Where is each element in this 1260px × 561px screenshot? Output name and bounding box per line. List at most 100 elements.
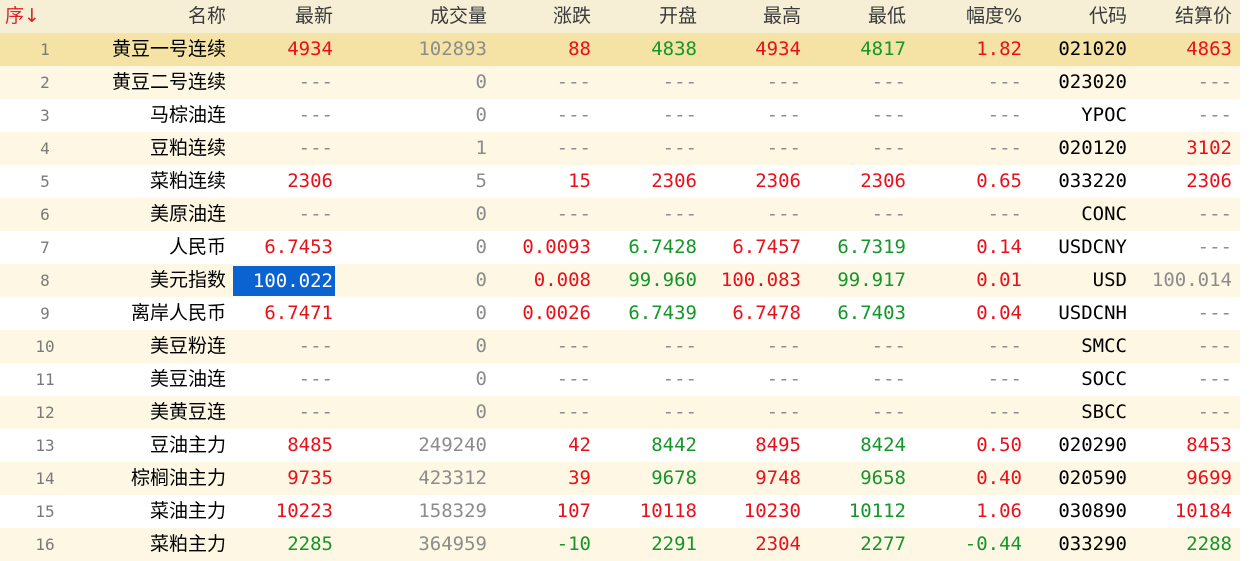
cell-open: 99.960 xyxy=(595,264,701,297)
cell-low: 2277 xyxy=(805,528,910,561)
cell-seq: 13 xyxy=(0,429,90,462)
cell-volume: 0 xyxy=(337,396,491,429)
cell-volume: 0 xyxy=(337,231,491,264)
table-row[interactable]: 14 棕榈油主力 9735 423312 39 9678 9748 9658 0… xyxy=(0,462,1240,495)
cell-settle: --- xyxy=(1131,231,1240,264)
cell-last: --- xyxy=(232,396,337,429)
cell-open: 6.7439 xyxy=(595,297,701,330)
table-row[interactable]: 10 美豆粉连 --- 0 --- --- --- --- --- SMCC -… xyxy=(0,330,1240,363)
cell-range-pct: -0.44 xyxy=(910,528,1026,561)
cell-last: 9735 xyxy=(232,462,337,495)
cell-name: 离岸人民币 xyxy=(90,297,232,330)
cell-change: 0.008 xyxy=(491,264,595,297)
cell-seq: 10 xyxy=(0,330,90,363)
cell-range-pct: 1.06 xyxy=(910,495,1026,528)
cell-low: 4817 xyxy=(805,33,910,66)
cell-range-pct: --- xyxy=(910,198,1026,231)
table-row[interactable]: 12 美黄豆连 --- 0 --- --- --- --- --- SBCC -… xyxy=(0,396,1240,429)
cell-seq: 3 xyxy=(0,99,90,132)
table-row[interactable]: 3 马棕油连 --- 0 --- --- --- --- --- YPOC --… xyxy=(0,99,1240,132)
cell-open: --- xyxy=(595,396,701,429)
col-header-last[interactable]: 最新 xyxy=(232,0,337,33)
cell-name: 美原油连 xyxy=(90,198,232,231)
cell-range-pct: 0.50 xyxy=(910,429,1026,462)
cell-code: USDCNY xyxy=(1026,231,1131,264)
cell-range-pct: --- xyxy=(910,330,1026,363)
cell-low: --- xyxy=(805,396,910,429)
cell-low: --- xyxy=(805,132,910,165)
col-header-range-pct[interactable]: 幅度% xyxy=(910,0,1026,33)
cell-range-pct: 0.01 xyxy=(910,264,1026,297)
cell-open: 6.7428 xyxy=(595,231,701,264)
cell-range-pct: 0.04 xyxy=(910,297,1026,330)
cell-seq: 4 xyxy=(0,132,90,165)
cell-settle: --- xyxy=(1131,66,1240,99)
cell-high: 9748 xyxy=(701,462,805,495)
col-header-code[interactable]: 代码 xyxy=(1026,0,1131,33)
cell-low: --- xyxy=(805,99,910,132)
cell-volume: 5 xyxy=(337,165,491,198)
cell-seq: 9 xyxy=(0,297,90,330)
cell-name: 美元指数 xyxy=(90,264,232,297)
cell-name: 马棕油连 xyxy=(90,99,232,132)
cell-code: 023020 xyxy=(1026,66,1131,99)
table-row[interactable]: 4 豆粕连续 --- 1 --- --- --- --- --- 020120 … xyxy=(0,132,1240,165)
cell-name: 美黄豆连 xyxy=(90,396,232,429)
header-row: 序↓ 名称 最新 成交量 涨跌 开盘 最高 最低 幅度% 代码 结算价 xyxy=(0,0,1240,33)
table-row[interactable]: 5 菜粕连续 2306 5 15 2306 2306 2306 0.65 033… xyxy=(0,165,1240,198)
col-header-seq-label: 序 xyxy=(5,5,25,27)
cell-low: --- xyxy=(805,66,910,99)
cell-volume: 0 xyxy=(337,66,491,99)
cell-volume: 0 xyxy=(337,297,491,330)
cell-settle: 3102 xyxy=(1131,132,1240,165)
col-header-change[interactable]: 涨跌 xyxy=(491,0,595,33)
cell-last: --- xyxy=(232,99,337,132)
table-row[interactable]: 11 美豆油连 --- 0 --- --- --- --- --- SOCC -… xyxy=(0,363,1240,396)
cell-settle: --- xyxy=(1131,99,1240,132)
cell-high: 4934 xyxy=(701,33,805,66)
table-row[interactable]: 15 菜油主力 10223 158329 107 10118 10230 101… xyxy=(0,495,1240,528)
cell-change: 0.0026 xyxy=(491,297,595,330)
cell-seq: 14 xyxy=(0,462,90,495)
cell-high: 2304 xyxy=(701,528,805,561)
cell-volume: 0 xyxy=(337,198,491,231)
cell-change: --- xyxy=(491,99,595,132)
cell-change: --- xyxy=(491,396,595,429)
sort-desc-icon: ↓ xyxy=(24,5,40,27)
cell-volume: 0 xyxy=(337,264,491,297)
table-row[interactable]: 16 菜粕主力 2285 364959 -10 2291 2304 2277 -… xyxy=(0,528,1240,561)
col-header-high[interactable]: 最高 xyxy=(701,0,805,33)
cell-seq: 7 xyxy=(0,231,90,264)
cell-low: 10112 xyxy=(805,495,910,528)
table-row[interactable]: 9 离岸人民币 6.7471 0 0.0026 6.7439 6.7478 6.… xyxy=(0,297,1240,330)
col-header-seq[interactable]: 序↓ xyxy=(0,0,90,33)
table-row[interactable]: 13 豆油主力 8485 249240 42 8442 8495 8424 0.… xyxy=(0,429,1240,462)
cell-last[interactable]: 100.022 xyxy=(232,264,337,297)
cell-code: SMCC xyxy=(1026,330,1131,363)
cell-seq: 11 xyxy=(0,363,90,396)
cell-volume: 158329 xyxy=(337,495,491,528)
cell-open: 10118 xyxy=(595,495,701,528)
cell-open: 9678 xyxy=(595,462,701,495)
cell-code: CONC xyxy=(1026,198,1131,231)
cell-settle: 4863 xyxy=(1131,33,1240,66)
table-row[interactable]: 2 黄豆二号连续 --- 0 --- --- --- --- --- 02302… xyxy=(0,66,1240,99)
cell-volume: 0 xyxy=(337,99,491,132)
cell-code: 020120 xyxy=(1026,132,1131,165)
cell-name: 菜粕连续 xyxy=(90,165,232,198)
cell-settle: 8453 xyxy=(1131,429,1240,462)
quote-table: 序↓ 名称 最新 成交量 涨跌 开盘 最高 最低 幅度% 代码 结算价 1 黄豆… xyxy=(0,0,1240,561)
cell-settle: --- xyxy=(1131,396,1240,429)
col-header-volume[interactable]: 成交量 xyxy=(337,0,491,33)
col-header-settle[interactable]: 结算价 xyxy=(1131,0,1240,33)
table-row[interactable]: 8 美元指数 100.022 0 0.008 99.960 100.083 99… xyxy=(0,264,1240,297)
cell-high: 8495 xyxy=(701,429,805,462)
table-row-selected[interactable]: 1 黄豆一号连续 4934 102893 88 4838 4934 4817 1… xyxy=(0,33,1240,66)
cell-open: --- xyxy=(595,198,701,231)
table-row[interactable]: 6 美原油连 --- 0 --- --- --- --- --- CONC --… xyxy=(0,198,1240,231)
col-header-low[interactable]: 最低 xyxy=(805,0,910,33)
col-header-open[interactable]: 开盘 xyxy=(595,0,701,33)
table-row[interactable]: 7 人民币 6.7453 0 0.0093 6.7428 6.7457 6.73… xyxy=(0,231,1240,264)
col-header-name[interactable]: 名称 xyxy=(90,0,232,33)
cell-name: 美豆油连 xyxy=(90,363,232,396)
